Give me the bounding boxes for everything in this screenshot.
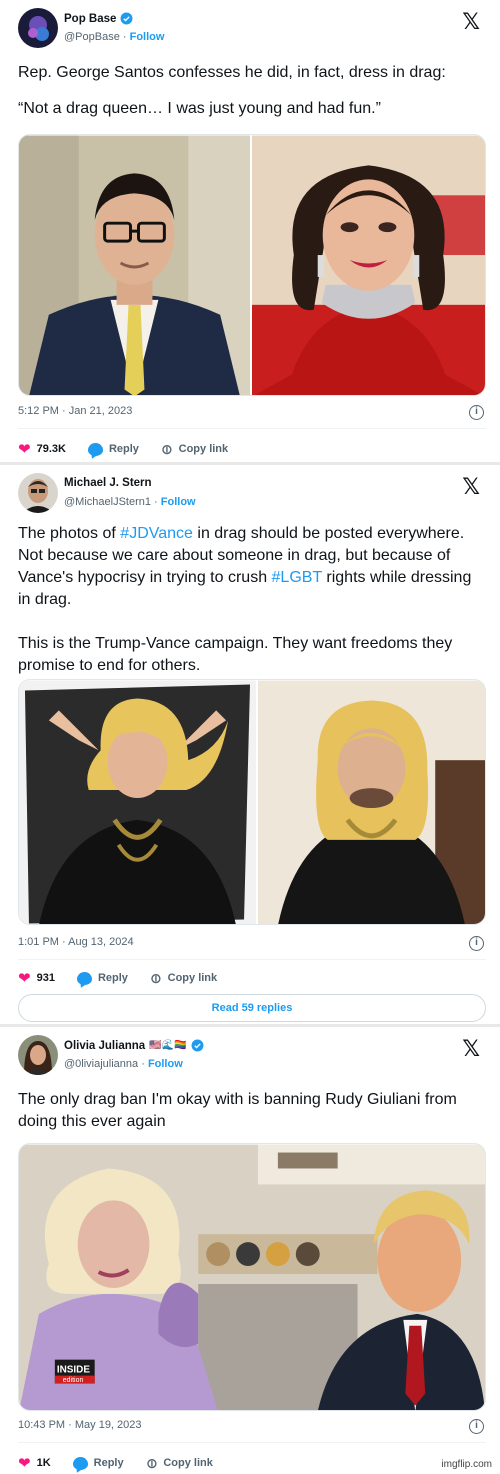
reply-label: Reply (93, 1457, 124, 1469)
tweet-header: Michael J. Stern @MichaelJStern1 · Follo… (18, 473, 482, 517)
hashtag-jdvance[interactable]: #JDVance (120, 525, 193, 542)
tweet-meta: 5:12 PM · Jan 21, 2023 i (18, 405, 486, 420)
link-icon: ⊘ (145, 967, 166, 988)
video-logo-top: INSIDE (57, 1365, 91, 1376)
follow-button[interactable]: Follow (161, 496, 196, 508)
name-emoji: 🇺🇸🌊🏳️‍🌈 (149, 1040, 187, 1051)
x-logo-icon[interactable]: 𝕏 (462, 1037, 480, 1062)
santos-suit-photo[interactable] (19, 135, 250, 396)
tweet-popbase: Pop Base @PopBase · Follow 𝕏 Rep. George… (0, 0, 500, 462)
author-handle[interactable]: @PopBase (64, 31, 120, 43)
tweet-text: The photos of #JDVance in drag should be… (18, 523, 486, 677)
giuliani-trump-video-still[interactable]: INSIDE edition (19, 1144, 485, 1411)
author-name-row[interactable]: Pop Base (64, 12, 133, 25)
tweet-header: Pop Base @PopBase · Follow 𝕏 (18, 8, 482, 52)
reply-icon (87, 442, 103, 456)
video-logo-bottom: edition (63, 1377, 84, 1384)
vance-drag-photo-2[interactable] (257, 680, 485, 925)
tweet-oliviajulianna: Olivia Julianna 🇺🇸🌊🏳️‍🌈 @0liviajulianna … (0, 1024, 500, 1474)
copy-link-label: Copy link (178, 443, 229, 455)
author-handle-row: @PopBase · Follow (64, 31, 165, 43)
avatar[interactable] (18, 473, 58, 513)
santos-drag-photo[interactable] (252, 135, 485, 396)
tweet-text-paragraph-2: This is the Trump-Vance campaign. They w… (18, 635, 453, 674)
info-icon[interactable]: i (469, 405, 484, 420)
like-button[interactable]: ❤ 1K (18, 1454, 51, 1472)
tweet-media[interactable] (18, 679, 486, 925)
tweet-michaeljstern: Michael J. Stern @MichaelJStern1 · Follo… (0, 462, 500, 1022)
link-icon: ⊘ (156, 438, 177, 459)
heart-icon: ❤ (18, 441, 31, 458)
tweet-header: Olivia Julianna 🇺🇸🌊🏳️‍🌈 @0liviajulianna … (18, 1035, 482, 1079)
info-icon[interactable]: i (469, 936, 484, 951)
like-count: 1K (36, 1457, 51, 1469)
like-button[interactable]: ❤ 79.3K (18, 440, 66, 458)
hashtag-lgbt[interactable]: #LGBT (272, 569, 322, 586)
tweet-meta: 1:01 PM · Aug 13, 2024 i (18, 936, 486, 951)
timestamp[interactable]: 5:12 PM · Jan 21, 2023 (18, 405, 132, 417)
x-logo-icon[interactable]: 𝕏 (462, 475, 480, 500)
copy-link-button[interactable]: ⊘ Copy link (157, 439, 229, 459)
follow-button[interactable]: Follow (148, 1058, 183, 1070)
author-name[interactable]: Olivia Julianna (64, 1040, 145, 1052)
action-bar: ❤ 1K Reply ⊘ Copy link (18, 1453, 486, 1473)
link-icon: ⊘ (141, 1452, 161, 1473)
verified-badge-icon (120, 12, 133, 25)
reply-label: Reply (108, 443, 139, 455)
copy-link-label: Copy link (167, 972, 218, 984)
timestamp[interactable]: 10:43 PM · May 19, 2023 (18, 1419, 142, 1431)
author-name-row[interactable]: Michael J. Stern (64, 477, 152, 489)
tweet-meta: 10:43 PM · May 19, 2023 i (18, 1419, 486, 1434)
copy-link-label: Copy link (163, 1457, 213, 1469)
action-bar: ❤ 79.3K Reply ⊘ Copy link (18, 439, 486, 459)
tweet-media[interactable]: INSIDE edition (18, 1143, 486, 1411)
copy-link-button[interactable]: ⊘ Copy link (146, 968, 218, 988)
like-count: 931 (36, 972, 55, 984)
info-icon[interactable]: i (469, 1419, 484, 1434)
tweet-text: The only drag ban I'm okay with is banni… (18, 1089, 486, 1133)
author-handle-row: @0liviajulianna · Follow (64, 1058, 183, 1070)
author-name[interactable]: Pop Base (64, 13, 116, 25)
heart-icon: ❤ (18, 1455, 31, 1472)
like-count: 79.3K (36, 443, 66, 455)
heart-icon: ❤ (18, 970, 31, 987)
reply-button[interactable]: Reply (87, 442, 139, 456)
tweet-media[interactable] (18, 134, 486, 396)
follow-button[interactable]: Follow (130, 31, 165, 43)
x-logo-icon[interactable]: 𝕏 (462, 10, 480, 35)
divider (18, 959, 486, 960)
tweet-text-quote: “Not a drag queen… I was just young and … (18, 100, 381, 117)
verified-badge-icon (191, 1039, 203, 1052)
author-handle[interactable]: @MichaelJStern1 (64, 496, 151, 508)
copy-link-button[interactable]: ⊘ Copy link (141, 1453, 213, 1473)
author-name-row[interactable]: Olivia Julianna 🇺🇸🌊🏳️‍🌈 (64, 1039, 204, 1052)
reply-icon (72, 1456, 88, 1470)
author-name[interactable]: Michael J. Stern (64, 477, 152, 489)
author-handle[interactable]: @0liviajulianna (64, 1058, 138, 1070)
tweet-text-line-1: Rep. George Santos confesses he did, in … (18, 64, 446, 81)
avatar[interactable] (18, 8, 58, 48)
tweet-text: Rep. George Santos confesses he did, in … (18, 62, 486, 120)
vance-drag-photo-1[interactable] (19, 680, 256, 925)
reply-label: Reply (97, 972, 128, 984)
timestamp[interactable]: 1:01 PM · Aug 13, 2024 (18, 936, 134, 948)
avatar[interactable] (18, 1035, 58, 1075)
like-button[interactable]: ❤ 931 (18, 969, 55, 987)
divider (18, 428, 486, 429)
reply-icon (76, 971, 92, 985)
read-replies-button[interactable]: Read 59 replies (18, 994, 486, 1022)
action-bar: ❤ 931 Reply ⊘ Copy link (18, 968, 486, 988)
reply-button[interactable]: Reply (76, 971, 128, 985)
author-handle-row: @MichaelJStern1 · Follow (64, 496, 196, 508)
divider (18, 1442, 486, 1443)
imgflip-watermark: imgflip.com (441, 1459, 492, 1470)
tweet-text-paragraph: The only drag ban I'm okay with is banni… (18, 1091, 457, 1130)
reply-button[interactable]: Reply (72, 1456, 124, 1470)
tweet-text-paragraph-1: The photos of #JDVance in drag should be… (18, 525, 472, 608)
